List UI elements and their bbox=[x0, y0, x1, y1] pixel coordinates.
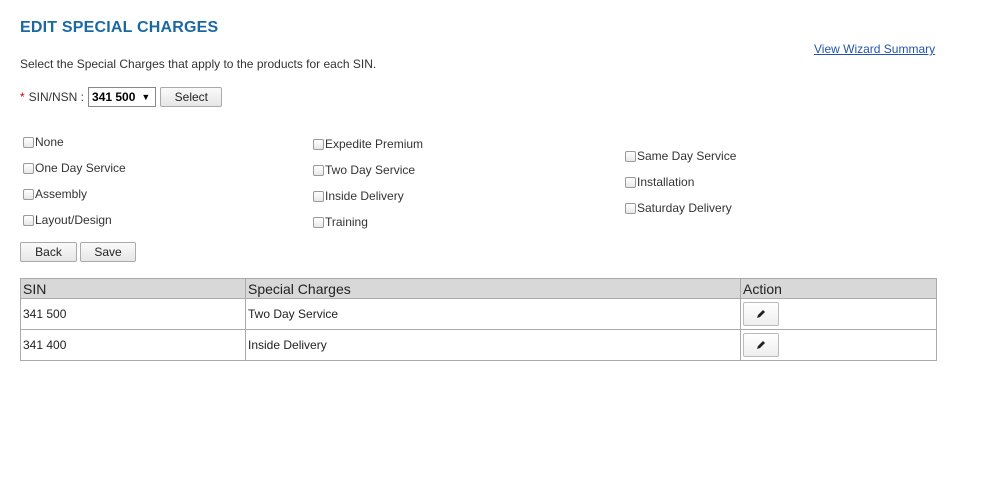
edit-button[interactable] bbox=[743, 302, 779, 326]
checkbox-installation[interactable] bbox=[625, 177, 636, 188]
sin-nsn-label: SIN/NSN : bbox=[28, 90, 85, 104]
checkbox-two-day-service[interactable] bbox=[313, 165, 324, 176]
instructions-text: Select the Special Charges that apply to… bbox=[20, 57, 377, 71]
option-label: Two Day Service bbox=[325, 163, 416, 177]
option-label: Installation bbox=[637, 175, 695, 189]
checkbox-training[interactable] bbox=[313, 217, 324, 228]
checkbox-assembly[interactable] bbox=[23, 189, 34, 200]
cell-sin: 341 400 bbox=[20, 329, 246, 361]
option-saturday-delivery[interactable]: Saturday Delivery bbox=[625, 191, 736, 217]
option-label: Layout/Design bbox=[35, 213, 112, 227]
option-label: Training bbox=[325, 215, 368, 229]
pencil-icon bbox=[757, 341, 765, 349]
column-header-special-charges: Special Charges bbox=[245, 278, 741, 299]
column-header-action: Action bbox=[740, 278, 937, 299]
pencil-icon bbox=[757, 310, 765, 318]
checkbox-saturday-delivery[interactable] bbox=[625, 203, 636, 214]
table-row: 341 400 Inside Delivery bbox=[20, 329, 937, 361]
option-label: None bbox=[35, 135, 64, 149]
column-header-sin: SIN bbox=[20, 278, 246, 299]
cell-sin: 341 500 bbox=[20, 298, 246, 330]
sin-selector-row: * SIN/NSN : 341 500 ▼ Select bbox=[20, 86, 223, 108]
option-assembly[interactable]: Assembly bbox=[23, 177, 126, 203]
select-button[interactable]: Select bbox=[160, 87, 223, 107]
cell-action bbox=[740, 329, 937, 361]
options-column-2: Expedite Premium Two Day Service Inside … bbox=[313, 127, 423, 231]
sin-nsn-select[interactable]: 341 500 ▼ bbox=[88, 87, 157, 107]
checkbox-layout-design[interactable] bbox=[23, 215, 34, 226]
option-label: Saturday Delivery bbox=[637, 201, 732, 215]
option-label: One Day Service bbox=[35, 161, 126, 175]
option-training[interactable]: Training bbox=[313, 205, 423, 231]
checkbox-none[interactable] bbox=[23, 137, 34, 148]
save-button[interactable]: Save bbox=[80, 242, 136, 262]
options-column-1: None One Day Service Assembly Layout/Des… bbox=[23, 125, 126, 229]
option-one-day-service[interactable]: One Day Service bbox=[23, 151, 126, 177]
option-label: Same Day Service bbox=[637, 149, 737, 163]
options-column-3: Same Day Service Installation Saturday D… bbox=[625, 139, 736, 217]
cell-action bbox=[740, 298, 937, 330]
checkbox-one-day-service[interactable] bbox=[23, 163, 34, 174]
option-label: Inside Delivery bbox=[325, 189, 404, 203]
edit-button[interactable] bbox=[743, 333, 779, 357]
cell-special-charges: Inside Delivery bbox=[245, 329, 741, 361]
view-wizard-summary-link[interactable]: View Wizard Summary bbox=[814, 42, 935, 56]
cell-special-charges: Two Day Service bbox=[245, 298, 741, 330]
option-none[interactable]: None bbox=[23, 125, 126, 151]
page-title: EDIT SPECIAL CHARGES bbox=[20, 19, 219, 36]
required-marker: * bbox=[20, 90, 25, 104]
option-two-day-service[interactable]: Two Day Service bbox=[313, 153, 423, 179]
checkbox-inside-delivery[interactable] bbox=[313, 191, 324, 202]
table-header-row: SIN Special Charges Action bbox=[20, 278, 937, 299]
option-inside-delivery[interactable]: Inside Delivery bbox=[313, 179, 423, 205]
option-installation[interactable]: Installation bbox=[625, 165, 736, 191]
checkbox-same-day-service[interactable] bbox=[625, 151, 636, 162]
option-same-day-service[interactable]: Same Day Service bbox=[625, 139, 736, 165]
back-button[interactable]: Back bbox=[20, 242, 77, 262]
checkbox-expedite-premium[interactable] bbox=[313, 139, 324, 150]
option-label: Assembly bbox=[35, 187, 88, 201]
special-charges-table: SIN Special Charges Action 341 500 Two D… bbox=[20, 278, 937, 361]
dropdown-arrow-icon: ▼ bbox=[141, 92, 151, 102]
option-expedite-premium[interactable]: Expedite Premium bbox=[313, 127, 423, 153]
option-layout-design[interactable]: Layout/Design bbox=[23, 203, 126, 229]
table-row: 341 500 Two Day Service bbox=[20, 298, 937, 330]
option-label: Expedite Premium bbox=[325, 137, 424, 151]
sin-nsn-selected-value: 341 500 bbox=[92, 90, 136, 104]
